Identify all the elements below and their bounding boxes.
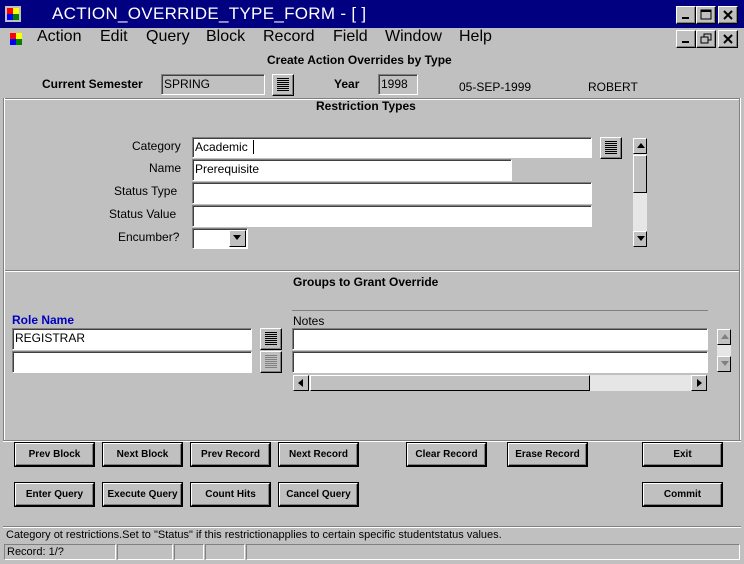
date-display: 05-SEP-1999 — [459, 80, 532, 94]
menu-edit[interactable]: Edit — [100, 28, 128, 46]
status-cell-5 — [246, 544, 740, 560]
status-type-field[interactable] — [192, 182, 592, 204]
current-semester-field[interactable]: SPRING — [161, 74, 265, 95]
menu-window[interactable]: Window — [385, 28, 442, 46]
status-cell-4 — [205, 544, 245, 560]
role-list-button-1[interactable] — [260, 328, 282, 350]
close-button[interactable] — [718, 6, 738, 24]
list-icon — [277, 78, 289, 92]
category-label: Category — [132, 139, 181, 153]
menu-query[interactable]: Query — [146, 28, 190, 46]
name-label: Name — [149, 161, 182, 175]
list-icon — [605, 141, 617, 155]
app-icon — [4, 5, 22, 23]
arrow-right-icon — [697, 379, 702, 387]
menu-field[interactable]: Field — [333, 28, 368, 46]
role-name-field-1[interactable]: REGISTRAR — [12, 328, 252, 350]
status-type-label: Status Type — [114, 184, 178, 198]
buttons-separator — [3, 440, 741, 442]
minimize-button[interactable] — [676, 6, 696, 24]
mdi-minimize-button[interactable] — [676, 30, 696, 48]
next-block-button[interactable]: Next Block — [103, 443, 182, 466]
count-hits-button[interactable]: Count Hits — [191, 483, 270, 506]
status-value-field[interactable] — [192, 205, 592, 227]
current-semester-label: Current Semester — [42, 77, 143, 91]
notes-top-line — [292, 310, 708, 311]
prev-record-button[interactable]: Prev Record — [191, 443, 270, 466]
list-icon — [265, 332, 277, 346]
status-separator — [3, 526, 741, 528]
groups-scroll-down-button[interactable] — [717, 356, 731, 372]
menu-help[interactable]: Help — [459, 28, 492, 46]
semester-list-button[interactable] — [272, 74, 294, 96]
scroll-right-button[interactable] — [691, 375, 707, 391]
menu-bar: Action Edit Query Block Record Field Win… — [0, 28, 744, 50]
erase-record-button[interactable]: Erase Record — [508, 443, 587, 466]
scroll-up-button[interactable] — [633, 138, 647, 154]
notes-field-1[interactable] — [292, 328, 708, 350]
status-hint: Category ot restrictions.Set to "Status"… — [6, 529, 502, 541]
restriction-types-heading: Restriction Types — [316, 99, 416, 113]
scroll-down-button[interactable] — [633, 231, 647, 247]
groups-scroll-up-button[interactable] — [717, 329, 731, 345]
year-field[interactable]: 1998 — [378, 74, 418, 95]
menu-record[interactable]: Record — [263, 28, 315, 46]
arrow-down-icon — [721, 361, 729, 366]
year-label: Year — [334, 77, 360, 91]
cancel-query-button[interactable]: Cancel Query — [279, 483, 358, 506]
mdi-close-button[interactable] — [718, 30, 738, 48]
arrow-up-icon — [637, 143, 645, 148]
role-list-button-2[interactable] — [260, 351, 282, 373]
mdi-restore-button[interactable] — [696, 30, 716, 48]
arrow-left-icon — [298, 379, 303, 387]
scroll-thumb[interactable] — [633, 155, 647, 193]
execute-query-button[interactable]: Execute Query — [103, 483, 182, 506]
prev-block-button[interactable]: Prev Block — [15, 443, 94, 466]
menu-block[interactable]: Block — [206, 28, 245, 46]
enter-query-button[interactable]: Enter Query — [15, 483, 94, 506]
notes-scroll-thumb[interactable] — [310, 375, 590, 391]
right-frame-edge — [739, 98, 741, 440]
category-field[interactable]: Academic — [192, 137, 592, 158]
menu-action[interactable]: Action — [37, 28, 81, 46]
status-value-label: Status Value — [109, 207, 177, 221]
role-name-field-2[interactable] — [12, 351, 252, 373]
encumber-label: Encumber? — [118, 230, 180, 244]
left-frame-edge — [3, 98, 5, 440]
chevron-down-icon — [233, 235, 241, 240]
scroll-left-button[interactable] — [293, 375, 309, 391]
text-cursor — [253, 140, 254, 154]
status-cell-2 — [117, 544, 173, 560]
status-cell-3 — [174, 544, 204, 560]
title-bar: ACTION_OVERRIDE_TYPE_FORM - [ ] — [0, 0, 744, 28]
document-icon[interactable] — [7, 30, 25, 48]
maximize-button[interactable] — [696, 6, 716, 24]
groups-separator — [5, 270, 739, 272]
notes-label: Notes — [293, 314, 325, 328]
name-field[interactable]: Prerequisite — [192, 159, 512, 181]
clear-record-button[interactable]: Clear Record — [407, 443, 486, 466]
form-title: Create Action Overrides by Type — [267, 53, 452, 67]
user-display: ROBERT — [588, 80, 638, 94]
arrow-down-icon — [637, 236, 645, 241]
window-title: ACTION_OVERRIDE_TYPE_FORM - [ ] — [52, 4, 367, 23]
notes-field-2[interactable] — [292, 351, 708, 373]
arrow-up-icon — [721, 334, 729, 339]
groups-heading: Groups to Grant Override — [293, 275, 439, 289]
record-indicator: Record: 1/? — [4, 544, 116, 560]
exit-button[interactable]: Exit — [643, 443, 722, 466]
category-list-button[interactable] — [600, 137, 622, 159]
next-record-button[interactable]: Next Record — [279, 443, 358, 466]
list-icon — [265, 355, 277, 369]
encumber-dropdown-button[interactable] — [229, 230, 246, 247]
role-name-label: Role Name — [12, 313, 75, 327]
commit-button[interactable]: Commit — [643, 483, 722, 506]
